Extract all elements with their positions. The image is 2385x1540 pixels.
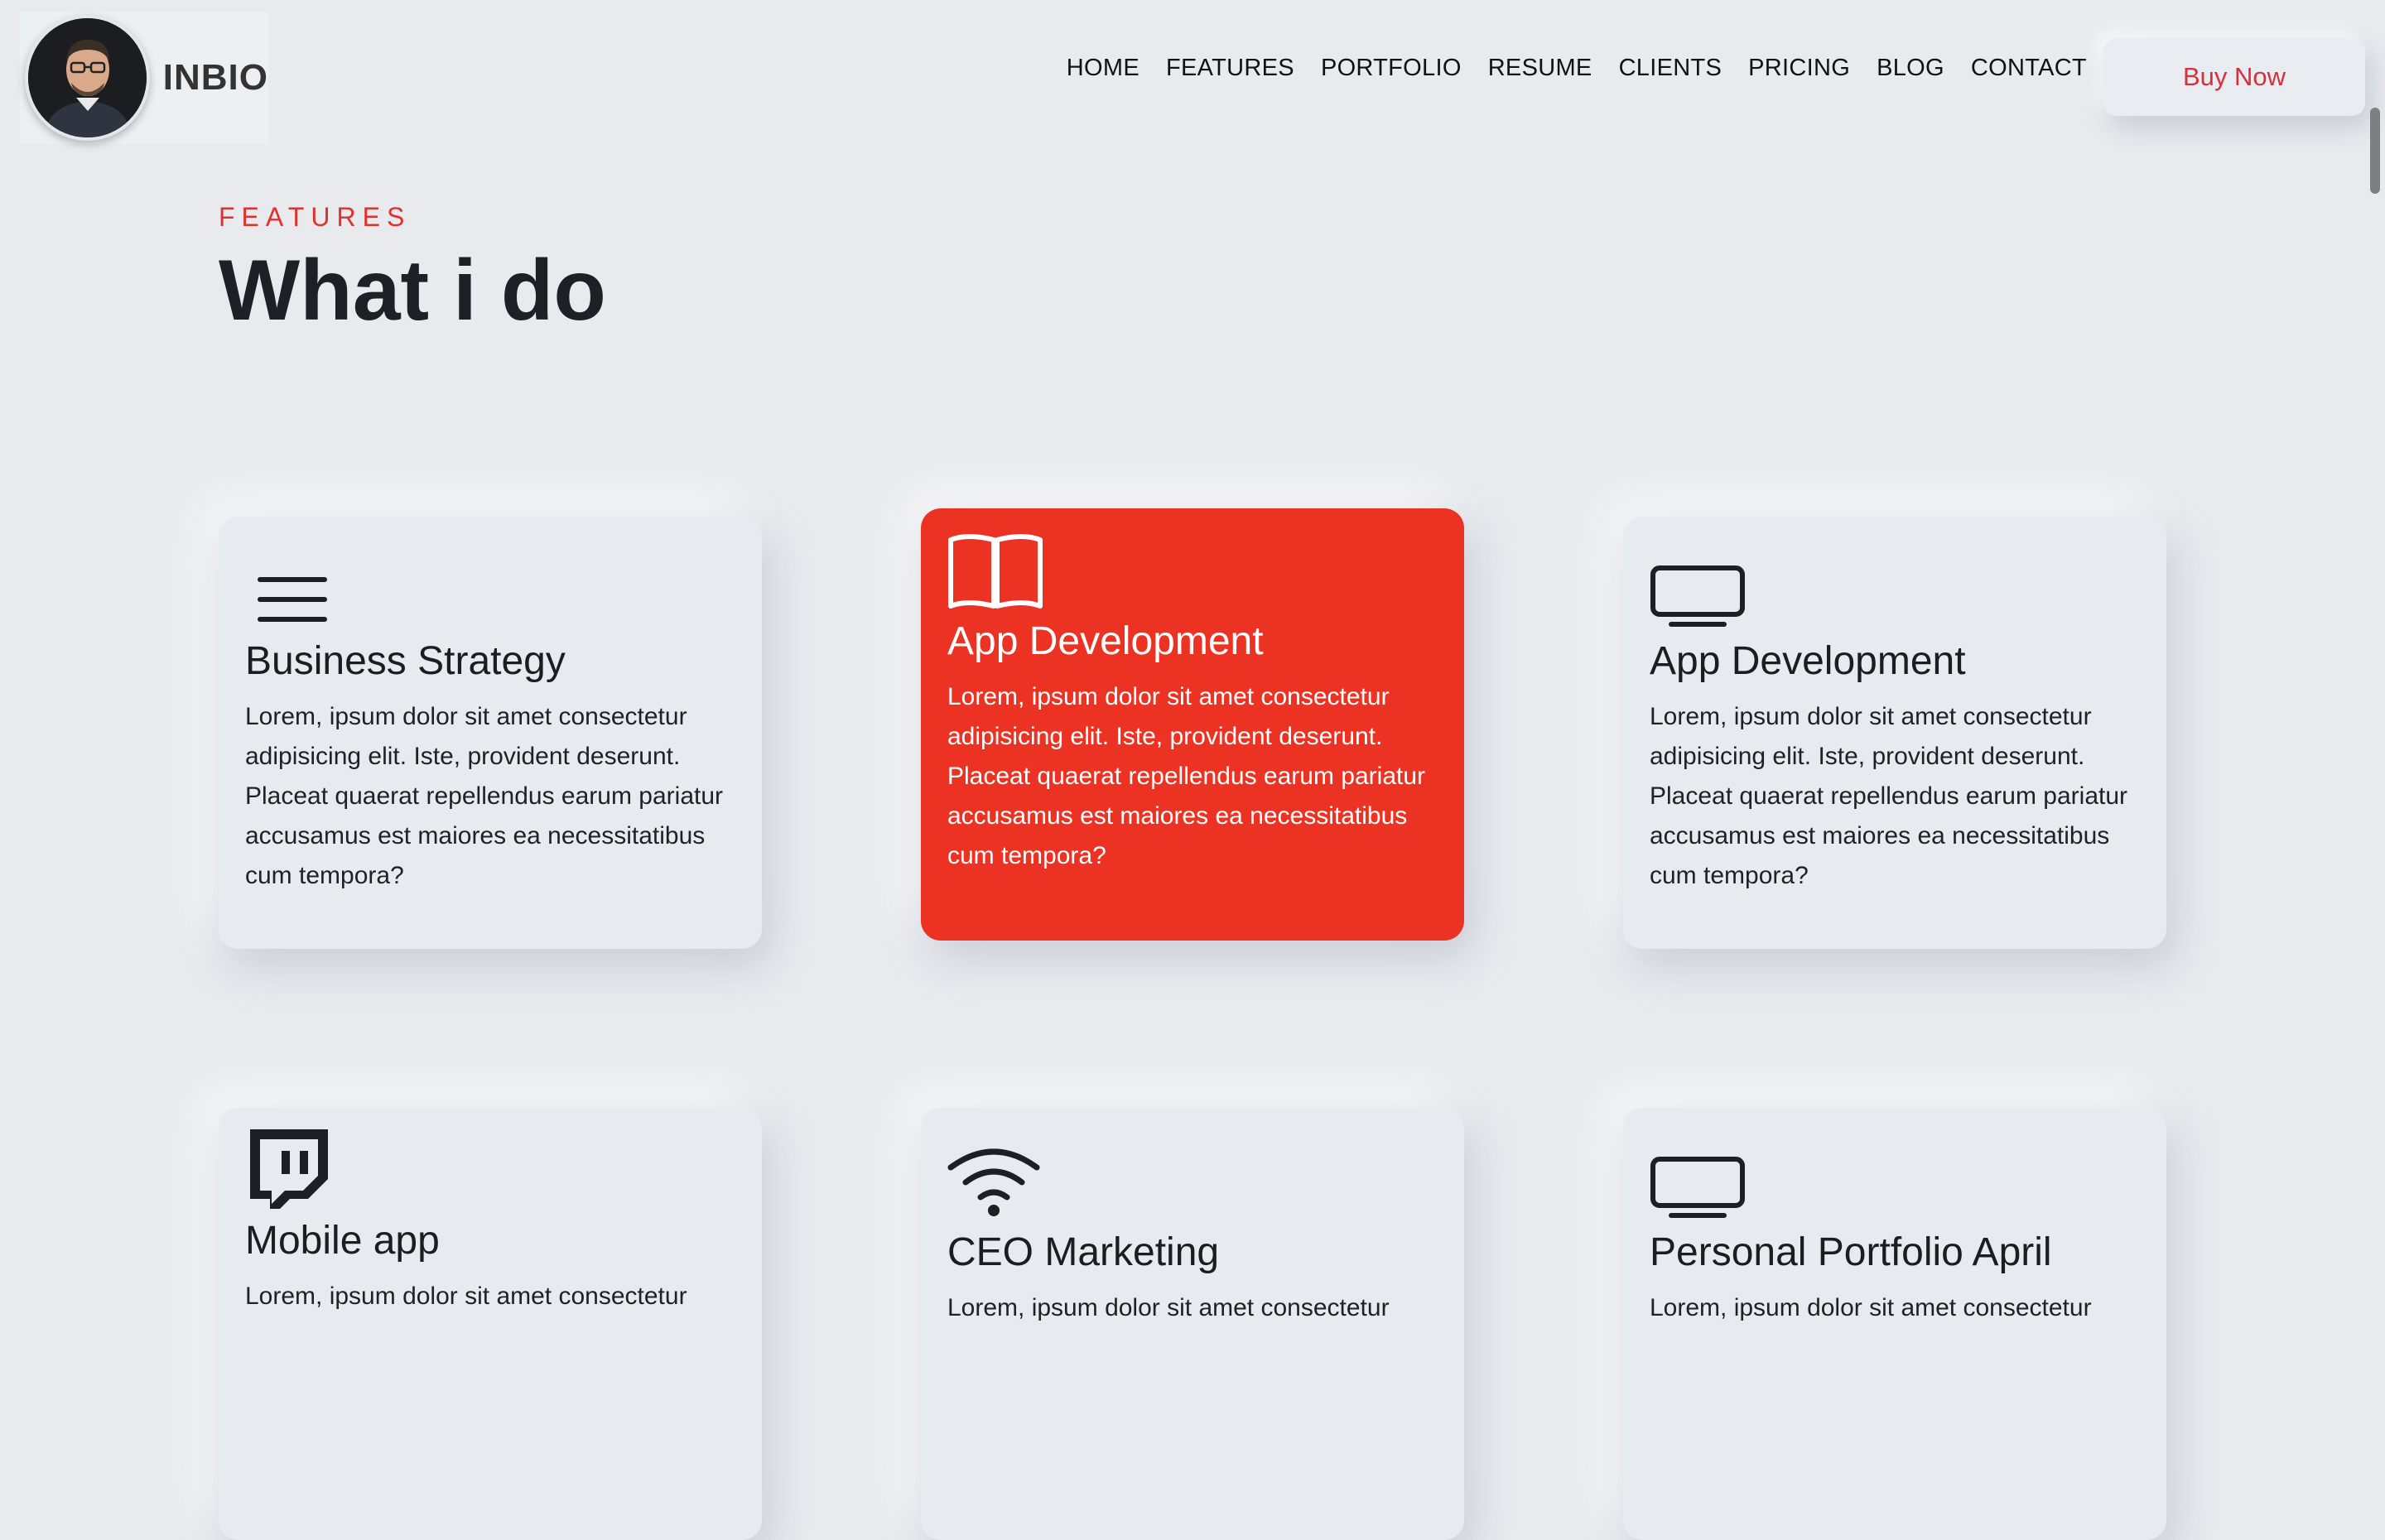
book-open-icon	[948, 534, 1043, 609]
nav-resume[interactable]: RESUME	[1488, 55, 1592, 82]
logo[interactable]: INBIO	[20, 12, 268, 144]
scrollbar-thumb[interactable]	[2370, 108, 2380, 194]
card-title: Business Strategy	[245, 639, 566, 683]
feature-card-app-development-active[interactable]: App Development Lorem, ipsum dolor sit a…	[921, 508, 1464, 941]
menu-icon	[258, 577, 327, 622]
feature-card-mobile-app[interactable]: Mobile app Lorem, ipsum dolor sit amet c…	[219, 1108, 762, 1540]
nav-home[interactable]: HOME	[1067, 55, 1140, 82]
nav-clients[interactable]: CLIENTS	[1619, 55, 1722, 82]
card-title: Personal Portfolio April	[1650, 1230, 2052, 1274]
card-title: App Development	[1650, 639, 1966, 683]
card-text: Lorem, ipsum dolor sit amet consectetur …	[1650, 702, 2128, 889]
nav-pricing[interactable]: PRICING	[1748, 55, 1850, 82]
main-nav: HOME FEATURES PORTFOLIO RESUME CLIENTS P…	[1067, 55, 2087, 82]
monitor-icon	[1650, 565, 1745, 627]
wifi-icon	[947, 1148, 1040, 1216]
card-title: App Development	[947, 619, 1264, 663]
buy-now-button[interactable]: Buy Now	[2103, 38, 2365, 116]
feature-card-business-strategy[interactable]: Business Strategy Lorem, ipsum dolor sit…	[219, 517, 762, 949]
feature-card-personal-portfolio[interactable]: Personal Portfolio April Lorem, ipsum do…	[1623, 1108, 2166, 1540]
section-title: What i do	[219, 243, 606, 339]
card-text: Lorem, ipsum dolor sit amet consectetur …	[947, 682, 1426, 869]
section-eyebrow: FEATURES	[219, 202, 412, 232]
card-text: Lorem, ipsum dolor sit amet consectetur …	[245, 702, 724, 889]
feature-card-ceo-marketing[interactable]: CEO Marketing Lorem, ipsum dolor sit ame…	[921, 1108, 1464, 1540]
card-text: Lorem, ipsum dolor sit amet consectetur	[245, 1282, 687, 1310]
feature-card-app-development[interactable]: App Development Lorem, ipsum dolor sit a…	[1623, 517, 2166, 949]
monitor-icon	[1650, 1157, 1745, 1218]
avatar	[25, 15, 150, 141]
card-title: CEO Marketing	[947, 1230, 1220, 1274]
card-text: Lorem, ipsum dolor sit amet consectetur	[1650, 1293, 2092, 1321]
twitch-icon	[250, 1129, 328, 1209]
nav-features[interactable]: FEATURES	[1166, 55, 1294, 82]
brand-name: INBIO	[162, 57, 268, 98]
nav-contact[interactable]: CONTACT	[1971, 55, 2087, 82]
card-text: Lorem, ipsum dolor sit amet consectetur	[947, 1293, 1390, 1321]
card-title: Mobile app	[245, 1219, 440, 1263]
nav-blog[interactable]: BLOG	[1877, 55, 1944, 82]
nav-portfolio[interactable]: PORTFOLIO	[1321, 55, 1462, 82]
